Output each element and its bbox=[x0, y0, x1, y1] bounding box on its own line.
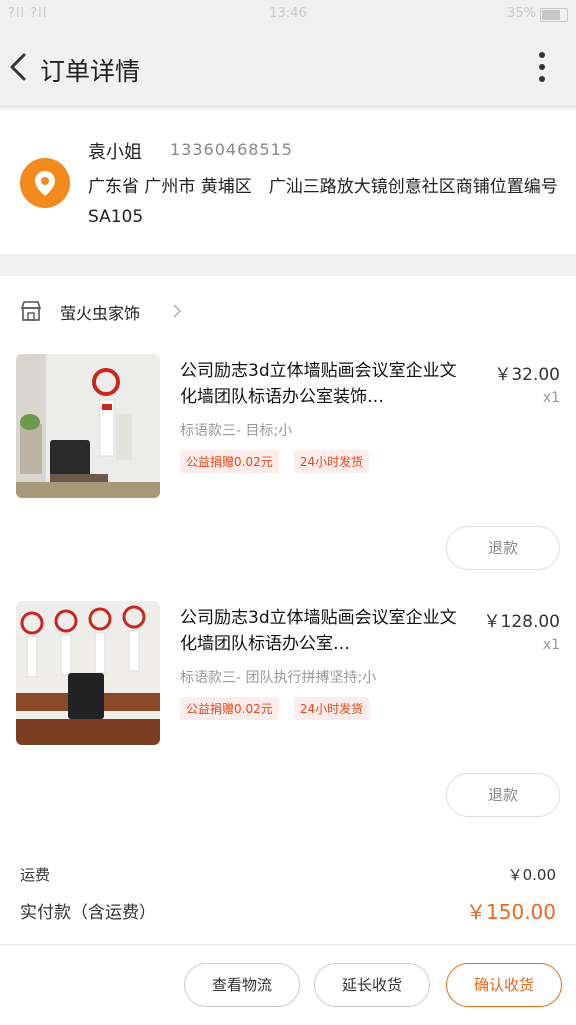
page-title: 订单详情 bbox=[40, 57, 141, 86]
order-item[interactable]: 公司励志3d立体墙贴画会议室企业文化墙团队标语办公室装饰… ￥32.00 x1 … bbox=[0, 354, 576, 500]
refund-button[interactable]: 退款 bbox=[446, 773, 560, 817]
status-bar: ?ll ?ll 13:46 35% bbox=[0, 0, 576, 30]
recipient-name: 袁小姐 bbox=[88, 142, 142, 163]
more-menu-icon[interactable] bbox=[538, 52, 546, 86]
battery-icon bbox=[540, 8, 568, 22]
product-quantity: x1 bbox=[542, 390, 560, 406]
shop-name: 萤火虫家饰 bbox=[60, 304, 141, 323]
extend-receipt-button[interactable]: 延长收货 bbox=[314, 963, 430, 1007]
product-quantity: x1 bbox=[542, 637, 560, 653]
shipping-address-card[interactable]: 袁小姐 13360468515 广东省 广州市 黄埔区 广汕三路放大镜创意社区商… bbox=[0, 110, 576, 254]
product-price: ￥32.00 bbox=[494, 365, 560, 385]
charity-tag: 公益捐赠0.02元 bbox=[180, 697, 279, 720]
chevron-right-icon bbox=[170, 300, 184, 322]
product-title[interactable]: 公司励志3d立体墙贴画会议室企业文化墙团队标语办公室… bbox=[180, 605, 470, 657]
charity-tag: 公益捐赠0.02元 bbox=[180, 450, 279, 473]
battery-percent: 35% bbox=[507, 6, 536, 21]
product-thumbnail[interactable] bbox=[16, 601, 160, 745]
product-tags: 公益捐赠0.02元 24小时发货 bbox=[180, 450, 379, 473]
recipient-phone: 13360468515 bbox=[170, 140, 293, 159]
product-tags: 公益捐赠0.02元 24小时发货 bbox=[180, 697, 379, 720]
refund-button[interactable]: 退款 bbox=[446, 526, 560, 570]
address-detail: 广东省 广州市 黄埔区 广汕三路放大镜创意社区商铺位置编号SA105 bbox=[88, 177, 558, 227]
product-price: ￥128.00 bbox=[483, 612, 560, 632]
status-time: 13:46 bbox=[269, 6, 307, 21]
back-arrow-icon[interactable] bbox=[8, 52, 28, 82]
confirm-receipt-button[interactable]: 确认收货 bbox=[446, 963, 562, 1007]
product-title[interactable]: 公司励志3d立体墙贴画会议室企业文化墙团队标语办公室装饰… bbox=[180, 358, 470, 410]
view-logistics-button[interactable]: 查看物流 bbox=[184, 963, 300, 1007]
shop-order-card: 萤火虫家饰 公司励志3d立体墙贴画会议室企业文化墙团队标语办公室装饰… ￥32.… bbox=[0, 276, 576, 944]
product-spec: 标语款三- 目标;小 bbox=[180, 423, 293, 439]
shipping-tag: 24小时发货 bbox=[293, 697, 370, 720]
paid-amount-value: ￥150.00 bbox=[466, 900, 556, 924]
product-thumbnail[interactable] bbox=[16, 354, 160, 498]
bottom-action-bar: 查看物流 延长收货 确认收货 bbox=[0, 944, 576, 1025]
shipping-fee-value: ￥0.00 bbox=[507, 866, 556, 884]
app-header: 订单详情 bbox=[0, 30, 576, 107]
product-spec: 标语款三- 团队执行拼搏坚持;小 bbox=[180, 670, 377, 686]
order-item[interactable]: 公司励志3d立体墙贴画会议室企业文化墙团队标语办公室… ￥128.00 x1 标… bbox=[0, 601, 576, 747]
store-icon bbox=[20, 300, 42, 322]
shipping-tag: 24小时发货 bbox=[293, 450, 370, 473]
order-totals: 运费 ￥0.00 实付款（含运费） ￥150.00 bbox=[0, 860, 576, 944]
shipping-fee-label: 运费 bbox=[20, 866, 51, 884]
location-pin-icon bbox=[20, 158, 70, 208]
paid-amount-label: 实付款（含运费） bbox=[20, 903, 156, 923]
